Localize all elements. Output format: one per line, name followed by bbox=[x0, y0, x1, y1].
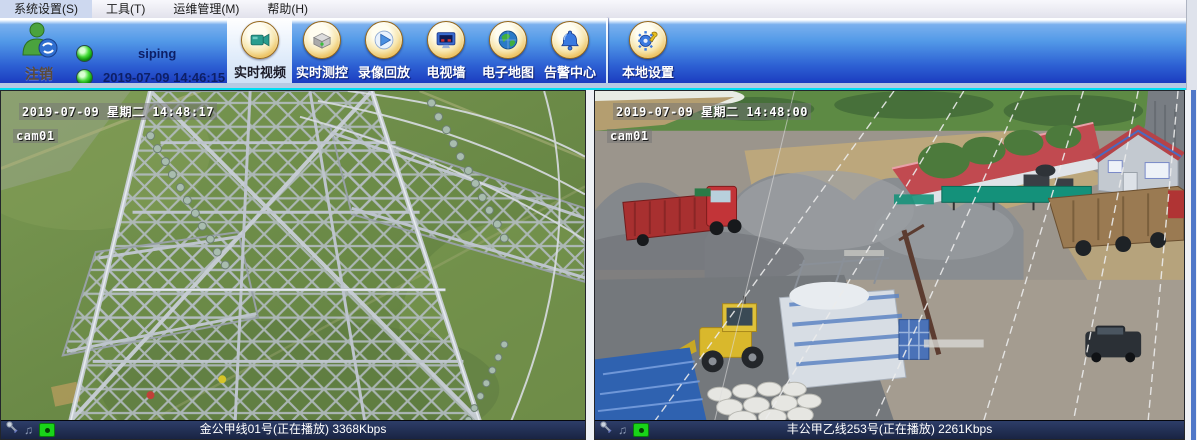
local-settings-icon bbox=[629, 21, 667, 59]
user-panel: 注销 siping 2019-07-09 14:46:15 bbox=[0, 18, 227, 83]
video-panel-yard[interactable]: 2019-07-09 星期二 14:48:00 cam01 ♫ 丰公甲乙线253… bbox=[594, 90, 1185, 440]
menu-system-settings[interactable]: 系统设置(S) bbox=[0, 0, 92, 18]
status-led-online bbox=[76, 45, 93, 62]
menu-tools[interactable]: 工具(T) bbox=[92, 0, 159, 18]
e-map-icon bbox=[489, 21, 527, 59]
realtime-control-icon bbox=[303, 21, 341, 59]
tab-live-video[interactable]: 实时视频 bbox=[228, 18, 292, 83]
tab-e-map[interactable]: 电子地图 bbox=[478, 18, 538, 83]
tab-label: 电视墙 bbox=[426, 62, 465, 81]
channel-status-text: 丰公甲乙线253号(正在播放) 2261Kbps bbox=[595, 421, 1184, 439]
tab-label: 本地设置 bbox=[622, 62, 674, 81]
tab-label: 录像回放 bbox=[358, 62, 410, 81]
tower-video-scene: 2019-07-09 星期二 14:48:17 cam01 bbox=[1, 91, 585, 421]
tab-alarm-center[interactable]: 告警中心 bbox=[540, 18, 600, 83]
menu-ops-management[interactable]: 运维管理(M) bbox=[159, 0, 253, 18]
logout-user-icon bbox=[19, 46, 59, 63]
surveillance-app-window: 系统设置(S) 工具(T) 运维管理(M) 帮助(H) 注销 bbox=[0, 0, 1197, 440]
video-panel-tower[interactable]: 2019-07-09 星期二 14:48:17 cam01 ♫ 金公甲线01号(… bbox=[0, 90, 586, 440]
tab-label: 实时视频 bbox=[234, 62, 286, 81]
window-right-edge bbox=[1186, 0, 1197, 90]
tab-tv-wall[interactable]: 电视墙 bbox=[416, 18, 476, 83]
playback-icon bbox=[365, 21, 403, 59]
osd-camera-label: cam01 bbox=[13, 129, 58, 143]
toolbar: 注销 siping 2019-07-09 14:46:15 实时视频 bbox=[0, 18, 1197, 83]
osd-camera-label: cam01 bbox=[607, 129, 652, 143]
video-status-bar: ♫ 金公甲线01号(正在播放) 3368Kbps bbox=[1, 420, 585, 439]
alarm-center-icon bbox=[551, 21, 589, 59]
tv-wall-icon bbox=[427, 21, 465, 59]
tab-realtime-control[interactable]: 实时测控 bbox=[292, 18, 352, 83]
live-video-icon bbox=[241, 21, 279, 59]
window-right-border bbox=[1185, 90, 1197, 440]
logout-button[interactable]: 注销 bbox=[14, 21, 64, 81]
toolbar-separator bbox=[606, 18, 608, 83]
tab-label: 实时测控 bbox=[296, 62, 348, 81]
tab-label: 电子地图 bbox=[482, 62, 534, 81]
osd-timestamp: 2019-07-09 星期二 14:48:17 bbox=[19, 103, 217, 120]
osd-timestamp: 2019-07-09 星期二 14:48:00 bbox=[613, 103, 811, 120]
menu-bar: 系统设置(S) 工具(T) 运维管理(M) 帮助(H) bbox=[0, 0, 1197, 19]
logout-label: 注销 bbox=[14, 64, 64, 84]
video-status-bar: ♫ 丰公甲乙线253号(正在播放) 2261Kbps bbox=[595, 420, 1184, 439]
menu-help[interactable]: 帮助(H) bbox=[253, 0, 322, 18]
channel-status-text: 金公甲线01号(正在播放) 3368Kbps bbox=[1, 421, 585, 439]
tab-local-settings[interactable]: 本地设置 bbox=[616, 18, 680, 83]
tab-playback[interactable]: 录像回放 bbox=[354, 18, 414, 83]
username-text: siping bbox=[138, 46, 176, 61]
tab-label: 告警中心 bbox=[544, 62, 596, 81]
yard-video-scene: 2019-07-09 星期二 14:48:00 cam01 bbox=[595, 91, 1184, 421]
